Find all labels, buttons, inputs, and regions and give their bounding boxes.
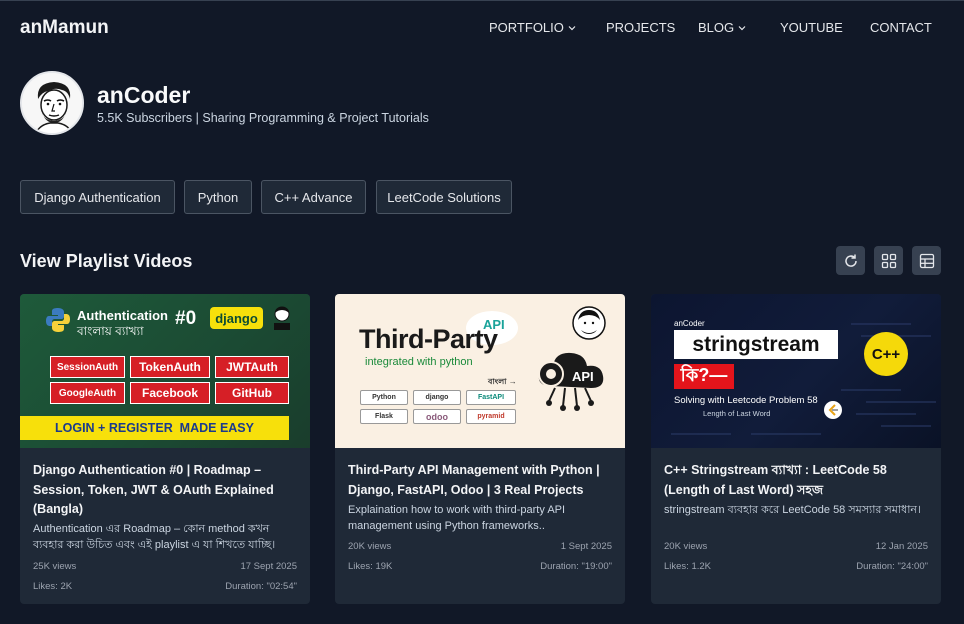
video-thumbnail[interactable]: Authentication বাংলায় ব্যাখ্যা #0 djang… [20, 294, 310, 448]
thumb-heading: Authentication [77, 308, 168, 323]
nav-item-blog[interactable]: BLOG [698, 20, 746, 35]
avatar-illustration [22, 73, 82, 133]
chevron-down-icon [738, 25, 746, 30]
thumb-question: কি?— [674, 364, 734, 389]
video-date: 1 Sept 2025 [560, 541, 612, 552]
thumb-subheading: integrated with python [365, 356, 473, 368]
channel-mascot-icon [274, 306, 290, 330]
video-thumbnail[interactable]: API Third-Party integrated with python ব… [335, 294, 625, 448]
nav-item-label: PROJECTS [606, 20, 676, 35]
video-card[interactable]: Authentication বাংলায় ব্যাখ্যা #0 djang… [20, 294, 310, 604]
thumb-chip: SessionAuth [50, 356, 125, 378]
thumb-lang: বাংলা → [488, 377, 517, 386]
video-description: Authentication এর Roadmap – কোন method ক… [33, 523, 276, 551]
grid-view-button[interactable] [874, 246, 903, 275]
playlist-tag-leetcode-solutions[interactable]: LeetCode Solutions [376, 180, 512, 214]
video-duration: Duration: "19:00" [540, 561, 612, 572]
thumb-number: #0 [175, 308, 197, 329]
table-view-button[interactable] [912, 246, 941, 275]
video-thumbnail[interactable]: anCoder stringstream কি?— C++ Solving wi… [651, 294, 941, 448]
channel-subtitle: 5.5K Subscribers | Sharing Programming &… [97, 111, 429, 125]
thumb-chip: GoogleAuth [50, 382, 125, 404]
thumb-chip: GitHub [215, 382, 289, 404]
video-views: 20K views [664, 541, 708, 552]
thumb-chip: TokenAuth [130, 356, 210, 378]
thumb-logo: odoo [413, 409, 461, 424]
thumb-banner: LOGIN + REGISTER MADE EASY [20, 416, 289, 440]
video-card[interactable]: API Third-Party integrated with python ব… [335, 294, 625, 604]
thumb-logo: Python [360, 390, 408, 405]
site-brand[interactable]: anMamun [20, 17, 109, 39]
channel-mascot-icon [572, 306, 606, 340]
thumb-chip: JWTAuth [215, 356, 289, 378]
thumb-small-caption: Length of Last Word [703, 409, 771, 418]
refresh-icon [844, 254, 857, 267]
thumb-logo: pyramid [466, 409, 516, 424]
nav-item-projects[interactable]: PROJECTS [606, 20, 675, 35]
python-logo-icon [46, 308, 70, 332]
thumb-heading: Third-Party [359, 324, 498, 354]
top-navbar: anMamun PORTFOLIO PROJECTS BLOG YOUTUBE … [0, 0, 964, 55]
video-date: 17 Sept 2025 [240, 561, 297, 572]
thumb-cpp-badge: C++ [864, 332, 908, 376]
nav-item-label: CONTACT [870, 20, 932, 35]
video-title[interactable]: Django Authentication #0 | Roadmap – Ses… [33, 461, 299, 520]
video-duration: Duration: "02:54" [225, 581, 297, 592]
video-title[interactable]: C++ Stringstream ব্যাখ্যা : LeetCode 58 … [664, 461, 930, 500]
video-likes: Likes: 19K [348, 561, 393, 572]
video-card[interactable]: anCoder stringstream কি?— C++ Solving wi… [651, 294, 941, 604]
refresh-button[interactable] [836, 246, 865, 275]
playlist-tag-python[interactable]: Python [184, 180, 252, 214]
nav-item-youtube[interactable]: YOUTUBE [780, 20, 843, 35]
video-views: 25K views [33, 561, 77, 572]
video-date: 12 Jan 2025 [875, 541, 928, 552]
nav-item-portfolio[interactable]: PORTFOLIO [489, 20, 576, 35]
thumb-channel: anCoder [674, 319, 705, 328]
thumb-framework-badge: django [210, 307, 263, 329]
leetcode-logo-icon [824, 401, 842, 419]
section-title: View Playlist Videos [20, 251, 193, 271]
thumb-cloud-label: API [572, 369, 594, 384]
channel-avatar [20, 71, 84, 135]
thumb-chip: Facebook [130, 382, 210, 404]
video-title[interactable]: Third-Party API Management with Python |… [348, 461, 614, 500]
table-icon [919, 253, 934, 268]
thumb-logo: Flask [360, 409, 408, 424]
chevron-down-icon [568, 25, 576, 30]
nav-item-label: YOUTUBE [780, 20, 843, 35]
channel-name: anCoder [97, 82, 191, 108]
video-views: 20K views [348, 541, 392, 552]
playlist-tag-cpp-advance[interactable]: C++ Advance [261, 180, 366, 214]
thumb-heading: stringstream [674, 330, 838, 359]
thumb-logo: django [413, 390, 461, 405]
thumb-subheading: বাংলায় ব্যাখ্যা [77, 324, 144, 338]
video-duration: Duration: "24:00" [856, 561, 928, 572]
nav-item-label: PORTFOLIO [489, 20, 564, 35]
nav-item-contact[interactable]: CONTACT [870, 20, 932, 35]
video-likes: Likes: 2K [33, 581, 73, 592]
nav-item-label: BLOG [698, 20, 735, 35]
grid-icon [881, 253, 896, 268]
thumb-caption: Solving with Leetcode Problem 58 [674, 395, 818, 406]
video-description: Explaination how to work with third-part… [348, 504, 566, 532]
thumb-logo: FastAPI [466, 390, 516, 405]
video-likes: Likes: 1.2K [664, 561, 711, 572]
playlist-tag-django-authentication[interactable]: Django Authentication [20, 180, 175, 214]
video-description: stringstream ব্যবহার করে LeetCode 58 সমস… [664, 504, 921, 516]
